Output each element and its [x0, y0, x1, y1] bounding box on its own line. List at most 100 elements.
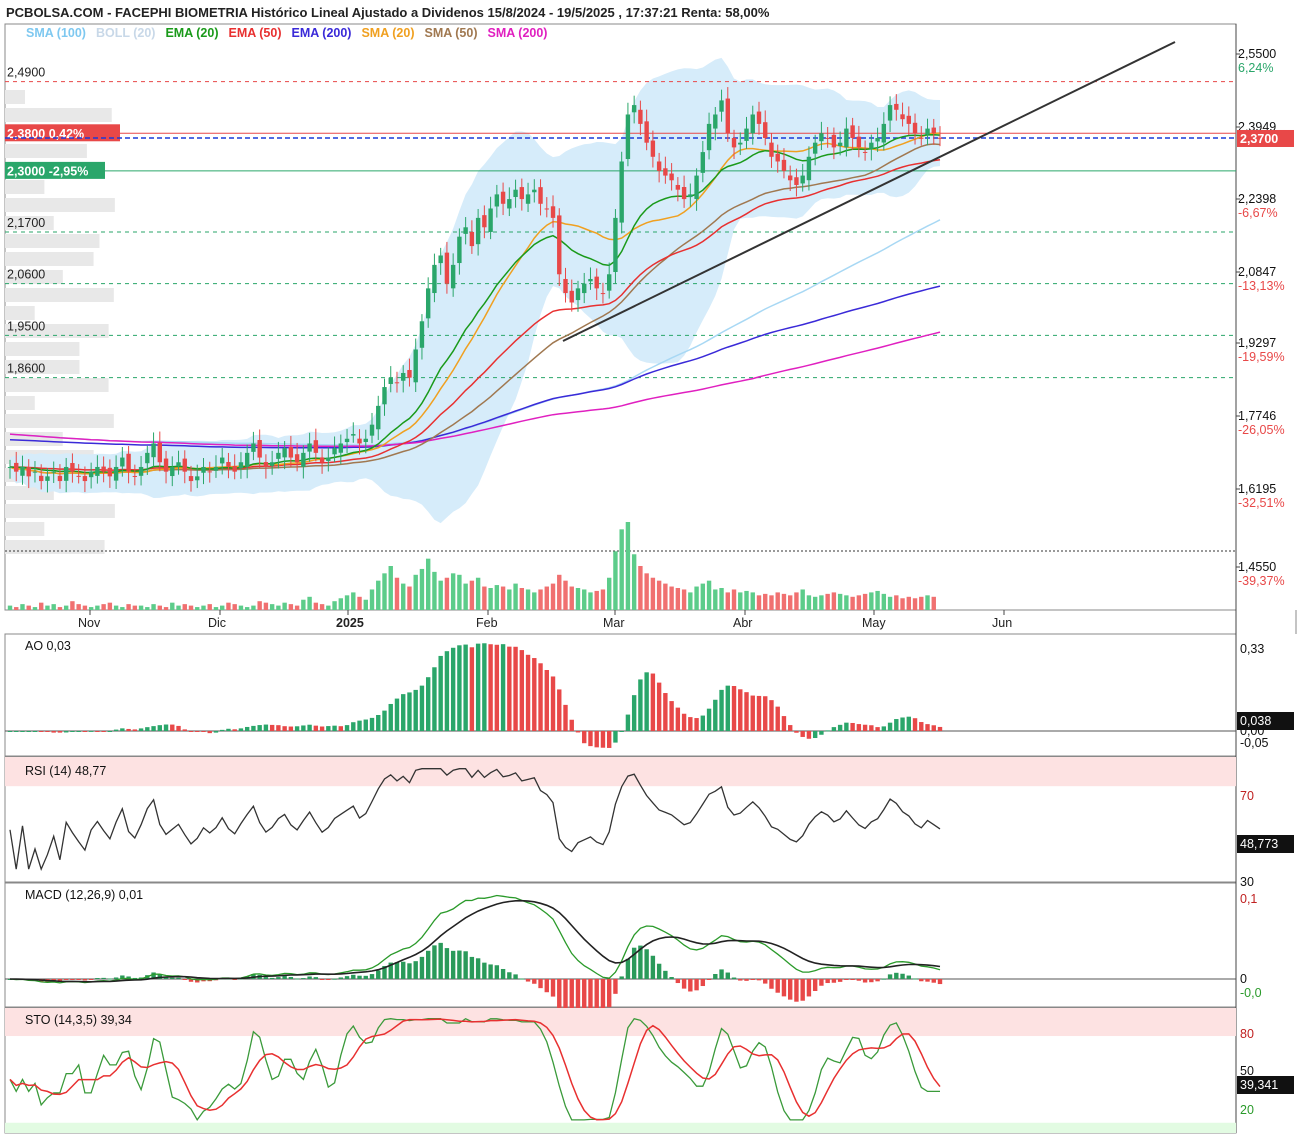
ao-bar: [120, 728, 125, 731]
macd-histogram-bar: [606, 979, 612, 1008]
candle-body: [563, 278, 568, 294]
ao-bar: [700, 715, 706, 731]
candle-body: [363, 438, 368, 442]
candle-body: [238, 462, 244, 469]
volume-bar: [731, 589, 737, 610]
candle-body: [432, 264, 437, 294]
price-level-label: 1,8600: [7, 362, 45, 376]
volume-bar: [188, 605, 194, 610]
macd-histogram-bar: [706, 979, 712, 980]
candle-body: [825, 137, 830, 139]
volume-bar: [163, 607, 169, 610]
candle-body: [351, 434, 356, 436]
candle-body: [419, 321, 425, 348]
candle-body: [313, 440, 319, 453]
candle-body: [357, 438, 362, 444]
volume-bar: [301, 599, 306, 610]
y-tick-label: 2,5500: [1238, 47, 1276, 61]
y-tick-label: 1,4550: [1238, 560, 1276, 574]
candle-body: [407, 369, 412, 378]
panel-border: [4, 882, 1237, 1008]
candle-body: [213, 466, 219, 471]
ao-bar: [713, 699, 718, 731]
volume-bar: [775, 592, 780, 610]
candle-body: [919, 137, 924, 139]
candle-body: [394, 382, 400, 384]
macd-histogram-bar: [450, 950, 456, 979]
candle-body: [644, 121, 649, 143]
ao-bar: [338, 726, 344, 731]
ao-bar: [226, 728, 231, 731]
ao-bar: [450, 647, 456, 731]
ao-bar: [725, 685, 730, 731]
ao-bar: [644, 672, 649, 731]
candle-body: [744, 128, 749, 141]
macd-histogram-bar: [444, 948, 450, 979]
candle-body: [257, 440, 262, 458]
candle-body: [326, 457, 331, 461]
panel-border: [4, 633, 1237, 757]
candle-body: [76, 475, 81, 477]
volume-profile-bar: [5, 522, 45, 536]
macd-histogram-bar: [725, 972, 730, 979]
ao-bar: [750, 695, 755, 731]
candle-body: [544, 208, 549, 210]
volume-bar: [482, 586, 487, 610]
ao-bar: [182, 729, 187, 731]
macd-histogram-bar: [182, 979, 187, 980]
volume-bar: [288, 604, 294, 610]
ao-bar: [113, 729, 119, 731]
candle-body: [788, 175, 793, 181]
ao-bar: [176, 725, 181, 731]
ao-bar: [138, 728, 144, 731]
volume-bar: [14, 607, 19, 610]
volume-bar: [120, 607, 125, 610]
ao-bar: [76, 731, 81, 732]
ao-bar: [756, 695, 762, 731]
chart-canvas: 2,49002,3800 0,42%2,3000 -2,95%2,17002,0…: [4, 23, 1297, 1134]
candle-body: [138, 466, 144, 476]
volume-bar: [656, 580, 662, 610]
volume-bar: [319, 604, 325, 610]
volume-bar: [750, 592, 755, 610]
volume-bar: [619, 529, 624, 610]
candle-body: [925, 128, 930, 135]
sto-tick: 80: [1240, 1027, 1254, 1041]
macd-histogram-bar: [688, 979, 693, 992]
macd-histogram-bar: [319, 979, 325, 980]
ao-bar: [382, 710, 387, 731]
ao-bar: [401, 694, 406, 731]
candle-body: [606, 274, 612, 291]
volume-profile-bar: [5, 342, 80, 356]
price-level-label: 2,1700: [7, 216, 45, 230]
candle-body: [656, 161, 662, 171]
macd-histogram-bar: [176, 977, 181, 979]
macd-histogram-bar: [775, 979, 780, 993]
macd-histogram-bar: [675, 979, 681, 984]
macd-histogram-bar: [794, 979, 799, 1002]
macd-histogram-bar: [663, 970, 668, 979]
ao-bar: [357, 720, 362, 731]
candle-body: [837, 142, 843, 146]
candle-body: [781, 159, 787, 171]
ao-bar: [45, 731, 50, 732]
macd-histogram-bar: [363, 975, 368, 979]
ao-bar: [675, 707, 681, 731]
ao-bar: [788, 725, 793, 731]
candle-body: [145, 452, 150, 464]
volume-bar: [251, 605, 256, 610]
volume-bar: [444, 577, 450, 610]
candle-body: [613, 217, 618, 273]
volume-bar: [781, 593, 787, 610]
volume-bar: [238, 605, 244, 610]
price-panel: 2,49002,3800 0,42%2,3000 -2,95%2,17002,0…: [5, 41, 1294, 630]
macd-panel: MACD (12,26,9) 0,01 0,1 0-0,0: [5, 888, 1262, 1024]
volume-profile-bar: [5, 252, 94, 266]
candle-body: [450, 264, 456, 289]
volume-bar: [344, 595, 350, 610]
volume-bar: [294, 605, 300, 610]
volume-bar: [220, 605, 225, 610]
candle-body: [57, 475, 63, 482]
volume-bar: [600, 589, 606, 610]
candle-body: [220, 457, 225, 464]
